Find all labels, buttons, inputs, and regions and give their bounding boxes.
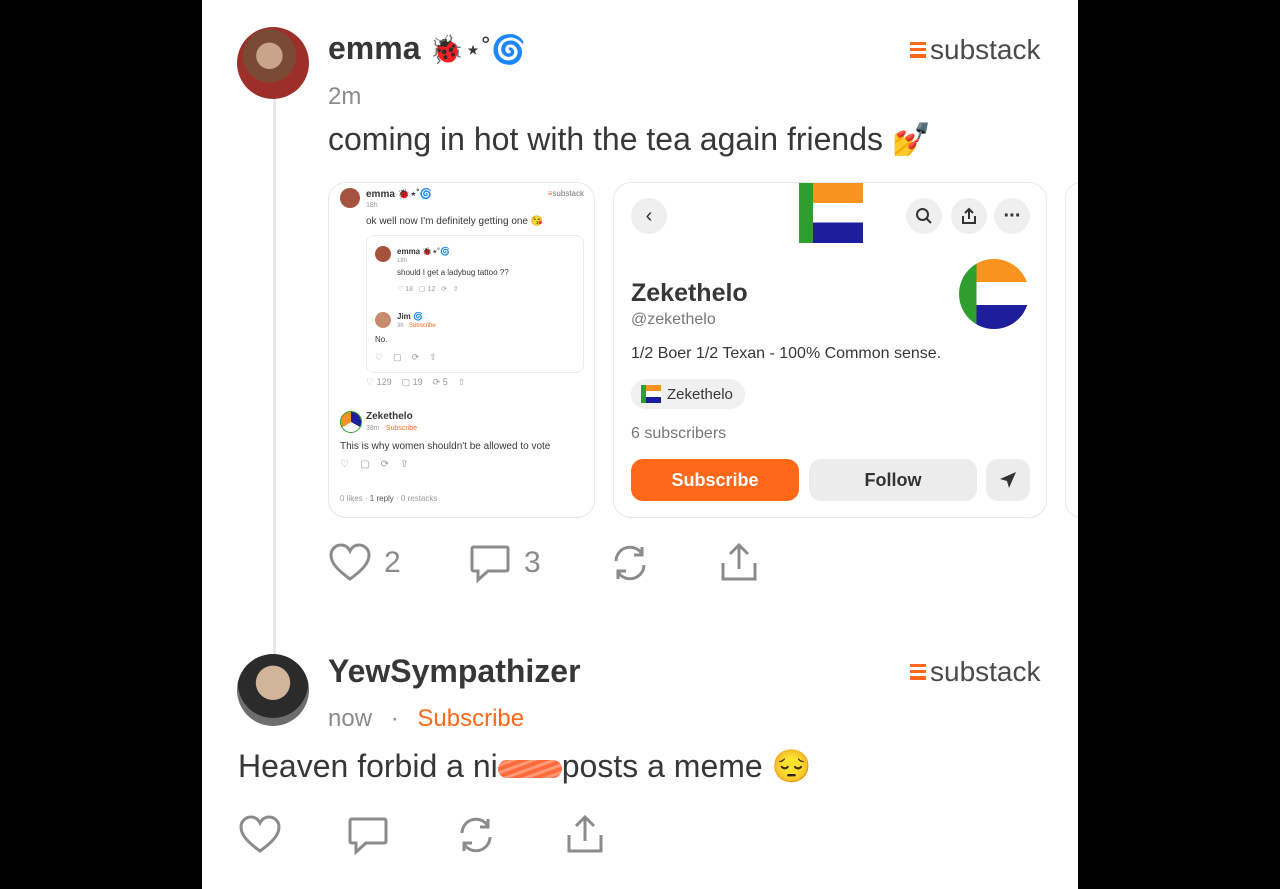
reply-text-end: posts a meme 😔 xyxy=(561,748,812,784)
mini-time: 18h xyxy=(366,202,378,209)
profile-bio: 1/2 Boer 1/2 Texan - 100% Common sense. xyxy=(631,345,942,362)
send-message-button[interactable] xyxy=(986,459,1030,501)
post-time: 2m xyxy=(328,83,362,110)
mini-zeke-meta: 38m · Subscribe xyxy=(366,425,417,432)
post-text: coming in hot with the tea again friends… xyxy=(328,121,932,157)
mini-footer: 0 likes · 1 reply · 0 restacks xyxy=(340,494,438,503)
reply-comment-action[interactable] xyxy=(346,813,390,857)
comment-icon xyxy=(348,817,388,856)
redaction-scribble xyxy=(497,759,562,778)
reply-like-action[interactable] xyxy=(238,813,282,857)
reply-text-start: Heaven forbid a ni xyxy=(238,748,498,784)
profile-handle: @zekethelo xyxy=(631,311,716,328)
next-attachment-peek[interactable] xyxy=(1065,182,1078,518)
reply-restack-action[interactable] xyxy=(454,813,498,857)
share-icon xyxy=(567,814,603,853)
substack-brand: substack xyxy=(910,34,1041,66)
profile-attachment[interactable]: ‹ ··· Zekethelo @zekethelo 1/2 Boer 1/2 … xyxy=(613,182,1047,518)
mini-nested-time: 18h xyxy=(397,258,408,264)
mini-jim-meta: 3h · Subscribe xyxy=(397,323,436,329)
follow-button[interactable]: Follow xyxy=(809,459,977,501)
mini-jim-text: No. xyxy=(375,335,388,344)
mini-brand: ≡substack xyxy=(547,189,584,198)
comment-icon xyxy=(470,545,510,584)
mini-nested-stats: ♡ 18 ▢ 12 ⟳ ⇧ xyxy=(397,286,459,293)
heart-icon xyxy=(329,543,371,581)
mini-nested-text: should I get a ladybug tattoo ?? xyxy=(397,268,509,277)
reply-subscribe-link[interactable]: Subscribe xyxy=(417,705,524,732)
profile-name: Zekethelo xyxy=(631,279,748,307)
profile-banner-flag xyxy=(799,183,863,243)
reply-time: now xyxy=(328,705,373,732)
like-action[interactable]: 2 xyxy=(328,541,401,585)
mini-jim-avatar xyxy=(375,312,391,328)
reply-brand-label: substack xyxy=(930,656,1041,687)
post-author[interactable]: emma 🐞⋆˚🌀 xyxy=(328,30,526,67)
thread-page: emma 🐞⋆˚🌀 2m substack coming in hot with… xyxy=(202,0,1078,889)
profile-avatar[interactable] xyxy=(959,259,1029,329)
back-icon[interactable]: ‹ xyxy=(631,198,667,234)
mini-zeke-author: Zekethelo xyxy=(366,411,413,422)
restack-icon xyxy=(614,545,646,581)
reply-meta: now · Subscribe xyxy=(328,705,524,733)
mini-zeke-text: This is why women shouldn't be allowed t… xyxy=(340,441,551,452)
mini-thread-stats: ♡ 129 ▢ 19 ⟳ 5 ⇧ xyxy=(366,377,466,387)
reply-author[interactable]: YewSympathizer xyxy=(328,653,581,690)
like-count: 2 xyxy=(384,546,401,579)
screenshot-attachment[interactable]: emma 🐞⋆˚🌀 18h ≡substack ok well now I'm … xyxy=(328,182,595,518)
publication-chip[interactable]: Zekethelo xyxy=(631,379,745,409)
post-author-name[interactable]: emma xyxy=(328,30,421,66)
share-icon xyxy=(721,542,757,581)
restack-action[interactable] xyxy=(608,541,652,585)
substack-logo-icon xyxy=(910,664,926,680)
restack-icon xyxy=(460,817,492,853)
share-icon[interactable] xyxy=(951,198,987,234)
comment-action[interactable]: 3 xyxy=(468,541,541,585)
comment-count: 3 xyxy=(524,546,541,579)
publication-flag-icon xyxy=(641,385,661,403)
reply-text: Heaven forbid a ni posts a meme 😔 xyxy=(238,747,811,785)
meta-dot: · xyxy=(390,705,399,732)
post-author-emoji: 🐞⋆˚🌀 xyxy=(429,34,526,65)
mini-jim-author: Jim 🌀 xyxy=(397,312,423,321)
subscriber-count: 6 subscribers xyxy=(631,425,727,442)
reply-share-action[interactable] xyxy=(563,813,607,857)
search-icon[interactable] xyxy=(906,198,942,234)
mini-quoted-thread: emma 🐞⋆˚🌀 18h should I get a ladybug tat… xyxy=(366,235,584,373)
mini-zeke-avatar xyxy=(340,411,362,433)
share-action[interactable] xyxy=(717,541,761,585)
mini-zeke-actions: ♡ ▢ ⟳ ⇧ xyxy=(340,459,409,470)
more-icon[interactable]: ··· xyxy=(994,198,1030,234)
mini-jim-actions: ♡ ▢ ⟳ ⇧ xyxy=(375,352,437,362)
subscribe-button[interactable]: Subscribe xyxy=(631,459,799,501)
thread-connector xyxy=(273,98,276,658)
substack-logo-icon xyxy=(910,42,926,58)
mini-nested-author: emma 🐞⋆˚🌀 xyxy=(397,247,450,256)
mini-emma-avatar xyxy=(340,188,360,208)
emma-avatar[interactable] xyxy=(237,27,309,99)
send-icon xyxy=(1000,472,1016,488)
heart-icon xyxy=(239,815,281,853)
reply-avatar[interactable] xyxy=(237,654,309,726)
publication-name: Zekethelo xyxy=(667,385,733,403)
reply-substack-brand: substack xyxy=(910,656,1041,688)
mini-author: emma 🐞⋆˚🌀 xyxy=(366,189,433,200)
brand-label: substack xyxy=(930,34,1041,65)
mini-post-text: ok well now I'm definitely getting one 😘 xyxy=(366,216,544,227)
mini-nested-avatar xyxy=(375,246,391,262)
